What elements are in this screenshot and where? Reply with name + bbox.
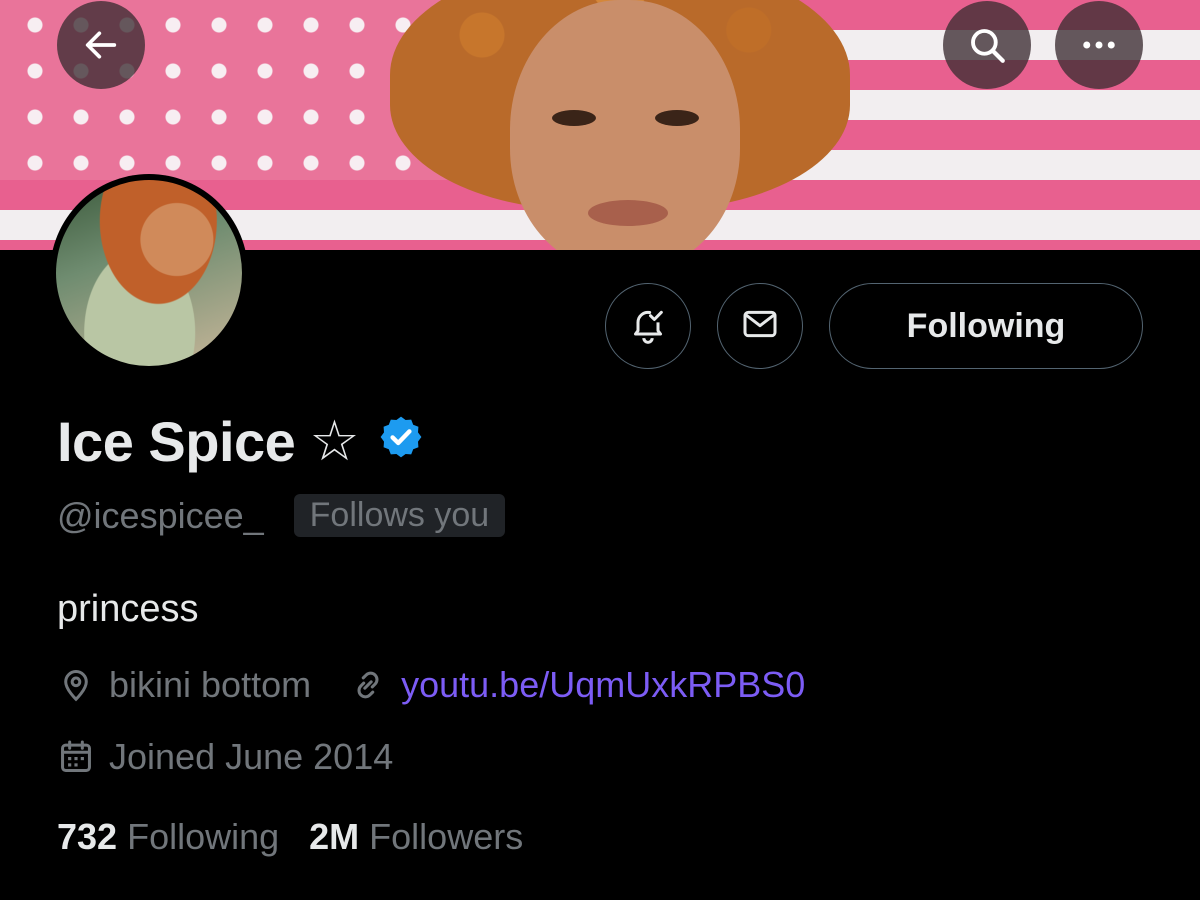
followers-label: Followers <box>369 816 524 857</box>
joined-row: Joined June 2014 <box>57 736 393 778</box>
bell-check-icon <box>628 304 668 349</box>
location-pin-icon <box>57 666 95 704</box>
website-link[interactable]: youtu.be/UqmUxkRPBS0 <box>401 664 805 706</box>
calendar-icon <box>57 738 95 776</box>
location-text: bikini bottom <box>109 664 312 705</box>
following-label: Following <box>127 816 280 857</box>
follow-stats: 732 Following 2M Followers <box>57 816 553 858</box>
username-handle: @icespicee_ <box>57 494 264 536</box>
verified-badge-icon[interactable] <box>377 409 425 474</box>
handle-row: @icespicee_ Follows you <box>57 494 506 537</box>
search-icon <box>966 24 1008 66</box>
joined-date: Joined June 2014 <box>109 736 394 777</box>
avatar-image <box>56 180 242 366</box>
display-name: Ice Spice <box>57 409 296 473</box>
followers-stat[interactable]: 2M Followers <box>309 816 553 858</box>
following-count: 732 <box>57 816 118 857</box>
follows-you-badge: Follows you <box>293 494 506 537</box>
followers-count: 2M <box>309 816 360 857</box>
banner-portrait <box>390 0 850 250</box>
message-button[interactable] <box>717 283 803 369</box>
more-button[interactable] <box>1055 1 1143 89</box>
back-button[interactable] <box>57 1 145 89</box>
notifications-button[interactable] <box>605 283 691 369</box>
avatar[interactable] <box>50 174 248 372</box>
more-horizontal-icon <box>1078 24 1120 66</box>
display-name-row: Ice Spice ☆ <box>57 408 425 474</box>
name-star-glyph: ☆ <box>309 409 360 472</box>
profile-meta-row: bikini bottom youtu.be/UqmUxkRPBS0 <box>57 664 805 706</box>
following-stat[interactable]: 732 Following <box>57 816 309 858</box>
search-button[interactable] <box>943 1 1031 89</box>
following-button[interactable]: Following <box>829 283 1143 369</box>
link-icon <box>349 666 387 704</box>
arrow-left-icon <box>81 25 121 65</box>
envelope-icon <box>740 304 780 349</box>
bio: princess <box>57 588 199 630</box>
